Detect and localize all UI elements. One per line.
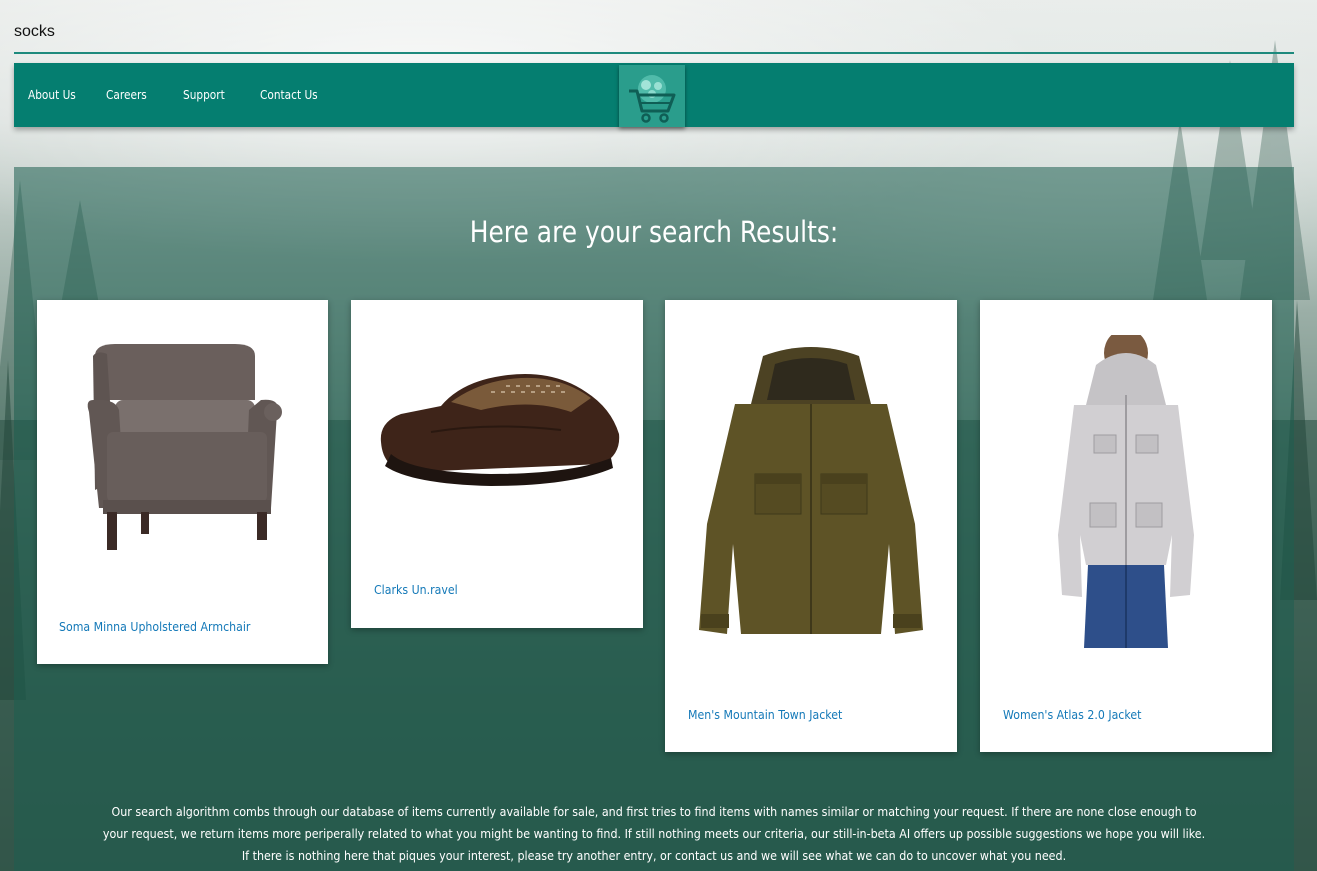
armchair-image — [87, 344, 282, 550]
product-card[interactable]: Clarks Un.ravel — [351, 300, 643, 628]
search-bar — [14, 0, 1294, 54]
product-card[interactable]: Men's Mountain Town Jacket — [665, 300, 957, 752]
womens-jacket-image — [1058, 335, 1194, 648]
logo[interactable] — [619, 65, 685, 127]
product-card[interactable]: Soma Minna Upholstered Armchair — [37, 300, 328, 664]
mens-jacket-image — [699, 347, 923, 634]
product-name[interactable]: Women's Atlas 2.0 Jacket — [1003, 707, 1141, 722]
search-results-panel: Here are your search Results: Soma Minna… — [14, 167, 1294, 871]
nav-about-us[interactable]: About Us — [28, 88, 76, 102]
nav-careers[interactable]: Careers — [106, 88, 147, 102]
navbar: About Us Careers Support Contact Us — [14, 63, 1294, 127]
search-input[interactable] — [14, 18, 914, 46]
shopping-cart-icon — [629, 75, 676, 123]
product-card[interactable]: Women's Atlas 2.0 Jacket — [980, 300, 1272, 752]
search-explanation-text: Our search algorithm combs through our d… — [102, 804, 1206, 863]
results-title: Here are your search Results: — [469, 215, 839, 249]
product-name[interactable]: Men's Mountain Town Jacket — [688, 707, 842, 722]
nav-contact-us[interactable]: Contact Us — [260, 88, 318, 102]
nav-links: About Us Careers Support Contact Us — [28, 63, 356, 127]
shoe-image — [380, 374, 620, 486]
nav-support[interactable]: Support — [183, 88, 225, 102]
product-name[interactable]: Clarks Un.ravel — [374, 582, 458, 597]
product-name[interactable]: Soma Minna Upholstered Armchair — [59, 619, 250, 634]
